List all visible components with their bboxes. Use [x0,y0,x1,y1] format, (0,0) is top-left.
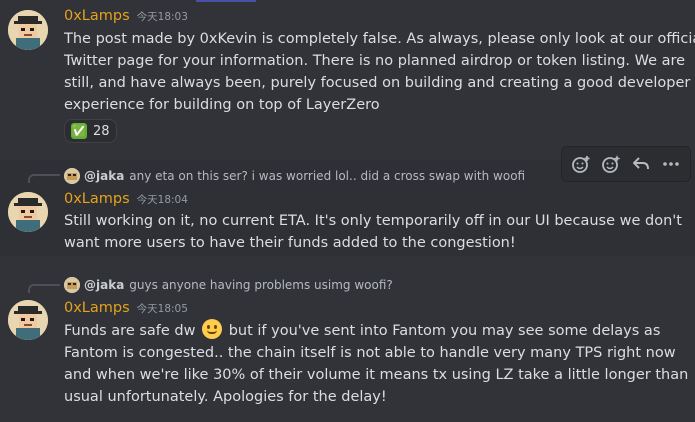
message-line: Still working on it, no current ETA. It'… [64,213,682,229]
message-header: 0xLamps 今天18:03 [64,8,188,24]
reaction-checkmark[interactable]: ✅ 28 [64,119,117,143]
super-reaction-icon[interactable] [599,152,623,176]
message-header: 0xLamps 今天18:04 [64,191,188,207]
reply-spine [28,284,60,293]
reply-avatar [64,168,80,184]
slightly-smiling-face-icon [202,319,223,339]
message-content: The post made by 0xKevin is completely f… [64,28,695,116]
message-text: but if you've sent into Fantom you may s… [224,323,661,339]
reply-reference[interactable]: @jaka any eta on this ser? i was worried… [64,168,525,184]
reply-reference[interactable]: @jaka guys anyone having problems usimg … [64,277,393,293]
reply-icon[interactable] [629,152,653,176]
message-header: 0xLamps 今天18:05 [64,300,188,316]
message-content: Still working on it, no current ETA. It'… [64,210,682,254]
message-actions-toolbar [561,146,691,182]
message-line: Funds are safe dw but if you've sent int… [64,319,674,342]
reply-text[interactable]: any eta on this ser? i was worried lol..… [129,169,525,183]
checkmark-icon: ✅ [71,123,87,139]
timestamp: 今天18:04 [136,194,188,206]
username[interactable]: 0xLamps [64,191,130,207]
message-line: usual unfortunately. Apologies for the d… [64,389,387,405]
add-reaction-icon[interactable] [569,152,593,176]
more-icon[interactable] [659,152,683,176]
avatar[interactable] [8,10,48,50]
message-line: experience for building on top of LayerZ… [64,97,380,113]
username[interactable]: 0xLamps [64,300,130,316]
message-3: @jaka guys anyone having problems usimg … [0,270,695,422]
message-line: Twitter page for your information. There… [64,53,686,69]
avatar[interactable] [8,300,48,340]
message-content: Funds are safe dw but if you've sent int… [64,319,689,408]
reply-username[interactable]: @jaka [84,169,124,183]
avatar-image [8,300,48,340]
message-line: and when we're like 30% of their volume … [64,367,689,383]
timestamp: 今天18:03 [136,11,188,23]
message-1: 0xLamps 今天18:03 The post made by 0xKevin… [0,0,695,152]
avatar[interactable] [8,192,48,232]
avatar-image [8,10,48,50]
reply-spine [28,174,60,183]
reply-username[interactable]: @jaka [84,278,124,292]
username[interactable]: 0xLamps [64,8,130,24]
reply-avatar [64,277,80,293]
message-line: The post made by 0xKevin is completely f… [64,31,695,47]
reaction-count: 28 [93,123,110,139]
message-text: Funds are safe dw [64,323,196,339]
message-line: still, and have always been, purely focu… [64,75,691,91]
timestamp: 今天18:05 [136,303,188,315]
message-line: Fantom is congested.. the chain itself i… [64,345,676,361]
reply-text[interactable]: guys anyone having problems usimg woofi? [129,278,392,292]
message-line: want more users to have their funds adde… [64,235,516,251]
avatar-image [8,192,48,232]
